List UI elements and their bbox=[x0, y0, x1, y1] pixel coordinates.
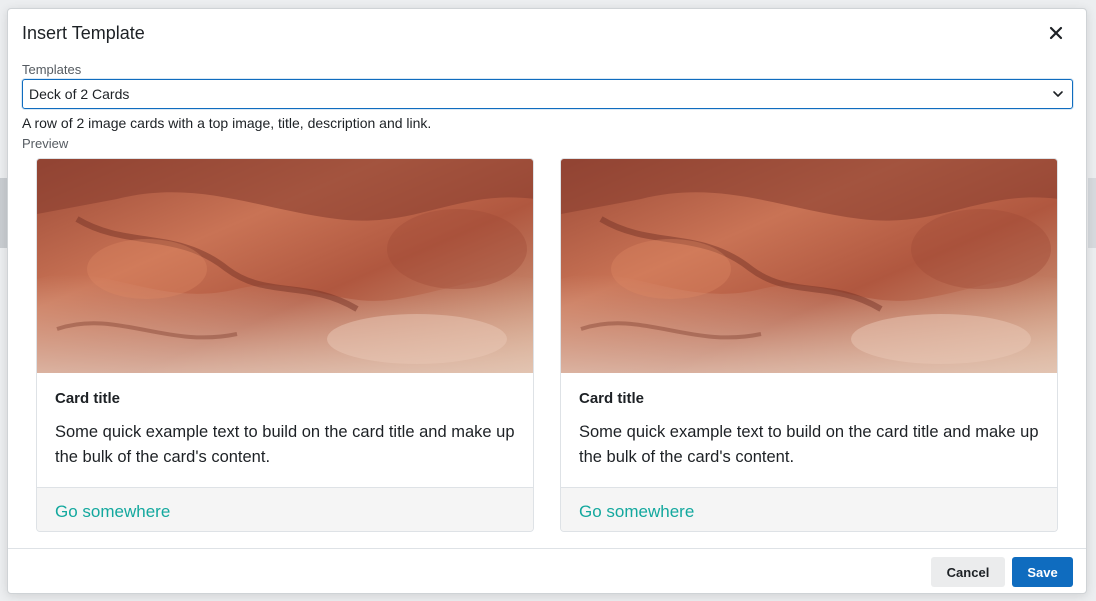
card-title: Card title bbox=[55, 390, 121, 407]
preview-label: Preview bbox=[22, 136, 69, 151]
modal-title: Insert Template bbox=[22, 23, 145, 43]
card-text: Some quick example text to build on the … bbox=[579, 423, 1039, 466]
close-button[interactable] bbox=[1046, 23, 1066, 43]
background-app-edge-right bbox=[1088, 178, 1096, 248]
preview-card: Card title Some quick example text to bu… bbox=[36, 158, 534, 532]
templates-select[interactable]: Deck of 2 Cards bbox=[22, 79, 1073, 109]
template-description: A row of 2 image cards with a top image,… bbox=[22, 115, 432, 131]
templates-selected-value: Deck of 2 Cards bbox=[29, 86, 130, 102]
modal-footer: Cancel Save bbox=[8, 548, 1086, 594]
cancel-button[interactable]: Cancel bbox=[931, 557, 1005, 587]
preview-card: Card title Some quick example text to bu… bbox=[560, 158, 1058, 532]
save-button[interactable]: Save bbox=[1012, 557, 1073, 587]
card-title: Card title bbox=[579, 390, 645, 407]
chevron-down-icon bbox=[1053, 91, 1063, 97]
card-footer: Go somewhere bbox=[561, 487, 1057, 531]
card-image bbox=[561, 159, 1057, 373]
card-text: Some quick example text to build on the … bbox=[55, 423, 515, 466]
card-footer: Go somewhere bbox=[37, 487, 533, 531]
card-link[interactable]: Go somewhere bbox=[55, 502, 170, 522]
close-icon bbox=[1049, 26, 1063, 40]
insert-template-modal: Insert Template Templates Deck of 2 Card… bbox=[7, 8, 1087, 594]
card-image bbox=[37, 159, 533, 373]
card-link[interactable]: Go somewhere bbox=[579, 502, 694, 522]
templates-label: Templates bbox=[22, 62, 82, 77]
